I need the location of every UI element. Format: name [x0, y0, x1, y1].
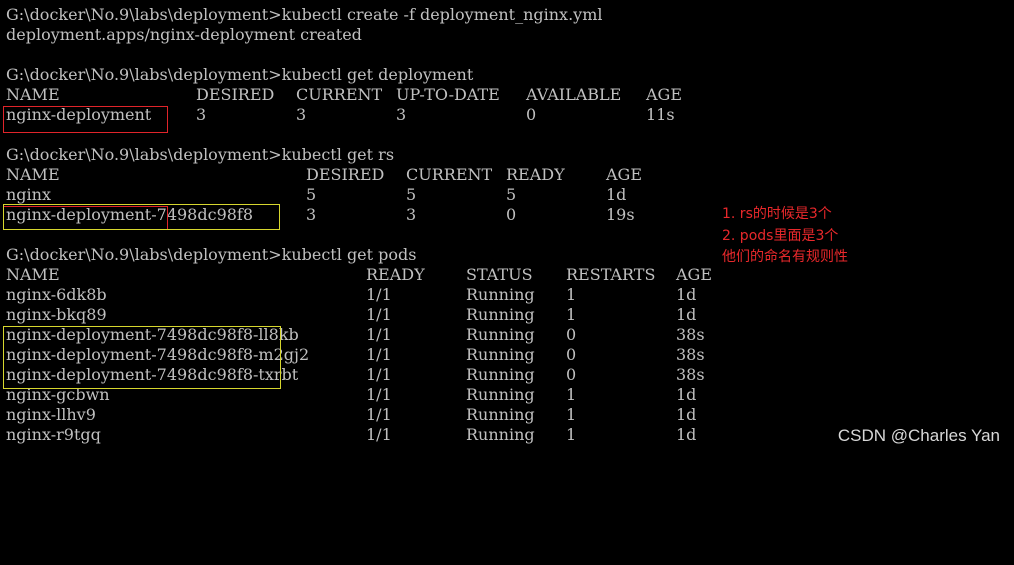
- column-header: AVAILABLE: [526, 85, 622, 104]
- column-header: DESIRED: [306, 165, 385, 184]
- column-header: STATUS: [466, 265, 533, 284]
- pod-name: nginx-deployment-7498dc98f8-m2gj2: [6, 345, 310, 364]
- table-cell: 1d: [676, 405, 697, 424]
- rs-name: nginx-deployment-7498dc98f8: [6, 205, 254, 224]
- table-cell: 3: [306, 205, 317, 224]
- table-cell: 11s: [646, 105, 675, 124]
- table-cell: 1: [566, 385, 577, 404]
- command-line-get-rs: G:\docker\No.9\labs\deployment>kubectl g…: [6, 145, 395, 164]
- pod-name: nginx-deployment-7498dc98f8-txrbt: [6, 365, 299, 384]
- table-cell: 1d: [676, 385, 697, 404]
- table-cell: Running: [466, 345, 535, 364]
- table-row: nginx-bkq89 1/1 Running 1 1d: [6, 305, 716, 325]
- column-header: AGE: [676, 265, 713, 284]
- table-cell: 0: [506, 205, 517, 224]
- column-header: DESIRED: [196, 85, 275, 104]
- table-cell: 5: [306, 185, 317, 204]
- table-row: nginx-gcbwn 1/1 Running 1 1d: [6, 385, 716, 405]
- table-cell: 1/1: [366, 365, 392, 384]
- command-line-create: G:\docker\No.9\labs\deployment>kubectl c…: [6, 5, 603, 24]
- table-cell: 5: [406, 185, 417, 204]
- table-cell: 1d: [676, 285, 697, 304]
- table-cell: 1: [566, 285, 577, 304]
- column-header: AGE: [606, 165, 643, 184]
- table-cell: 1/1: [366, 405, 392, 424]
- pods-header-row: NAME READY STATUS RESTARTS AGE: [6, 265, 712, 285]
- table-cell: 5: [506, 185, 517, 204]
- table-cell: 0: [526, 105, 537, 124]
- table-cell: 3: [296, 105, 307, 124]
- table-row: nginx 5 5 5 1d: [6, 185, 706, 205]
- deployment-name: nginx-deployment: [6, 105, 152, 124]
- table-row: nginx-6dk8b 1/1 Running 1 1d: [6, 285, 716, 305]
- table-cell: 3: [396, 105, 407, 124]
- table-cell: 1/1: [366, 325, 392, 344]
- pod-name: nginx-llhv9: [6, 405, 96, 424]
- column-header: RESTARTS: [566, 265, 656, 284]
- table-cell: 3: [406, 205, 417, 224]
- rs-header-row: NAME DESIRED CURRENT READY AGE: [6, 165, 706, 185]
- table-cell: 1/1: [366, 425, 392, 444]
- deployment-header-row: NAME DESIRED CURRENT UP-TO-DATE AVAILABL…: [6, 85, 706, 105]
- table-cell: 1/1: [366, 385, 392, 404]
- table-row: nginx-r9tgq 1/1 Running 1 1d: [6, 425, 716, 445]
- column-header: NAME: [6, 165, 60, 184]
- create-output: deployment.apps/nginx-deployment created: [6, 25, 362, 44]
- terminal-window: G:\docker\No.9\labs\deployment>kubectl c…: [0, 0, 1014, 456]
- table-cell: 38s: [676, 365, 705, 384]
- pod-name: nginx-gcbwn: [6, 385, 110, 404]
- table-cell: 0: [566, 365, 577, 384]
- column-header: CURRENT: [406, 165, 493, 184]
- table-cell: 38s: [676, 345, 705, 364]
- table-cell: 1d: [606, 185, 627, 204]
- pod-name: nginx-deployment-7498dc98f8-ll8kb: [6, 325, 299, 344]
- table-cell: 19s: [606, 205, 635, 224]
- column-header: AGE: [646, 85, 683, 104]
- table-cell: 38s: [676, 325, 705, 344]
- column-header: READY: [506, 165, 565, 184]
- column-header: CURRENT: [296, 85, 383, 104]
- command-line-get-pods: G:\docker\No.9\labs\deployment>kubectl g…: [6, 245, 417, 264]
- column-header: READY: [366, 265, 425, 284]
- table-row: nginx-deployment-7498dc98f8-ll8kb 1/1 Ru…: [6, 325, 716, 345]
- table-row: nginx-deployment-7498dc98f8 3 3 0 19s: [6, 205, 706, 225]
- table-cell: 1d: [676, 425, 697, 444]
- pod-name: nginx-r9tgq: [6, 425, 101, 444]
- table-row: nginx-llhv9 1/1 Running 1 1d: [6, 405, 716, 425]
- column-header: NAME: [6, 265, 60, 284]
- rs-name: nginx: [6, 185, 51, 204]
- annotation-note-1: 1. rs的时候是3个: [722, 206, 832, 222]
- table-cell: 0: [566, 325, 577, 344]
- table-row: nginx-deployment-7498dc98f8-txrbt 1/1 Ru…: [6, 365, 716, 385]
- annotation-note-3: 他们的命名有规则性: [722, 249, 848, 265]
- table-cell: 1/1: [366, 345, 392, 364]
- annotation-note-2: 2. pods里面是3个: [722, 228, 839, 244]
- table-cell: 1: [566, 405, 577, 424]
- table-cell: Running: [466, 405, 535, 424]
- table-cell: Running: [466, 385, 535, 404]
- table-cell: 1/1: [366, 305, 392, 324]
- table-cell: 1: [566, 425, 577, 444]
- pod-name: nginx-bkq89: [6, 305, 107, 324]
- table-cell: 1d: [676, 305, 697, 324]
- table-cell: Running: [466, 425, 535, 444]
- table-cell: 1: [566, 305, 577, 324]
- table-cell: Running: [466, 285, 535, 304]
- table-cell: 1/1: [366, 285, 392, 304]
- column-header: UP-TO-DATE: [396, 85, 500, 104]
- table-row: nginx-deployment-7498dc98f8-m2gj2 1/1 Ru…: [6, 345, 716, 365]
- table-cell: 0: [566, 345, 577, 364]
- command-line-get-deployment: G:\docker\No.9\labs\deployment>kubectl g…: [6, 65, 474, 84]
- pod-name: nginx-6dk8b: [6, 285, 107, 304]
- table-cell: Running: [466, 305, 535, 324]
- column-header: NAME: [6, 85, 60, 104]
- csdn-watermark: CSDN @Charles Yan: [837, 426, 1000, 445]
- table-cell: Running: [466, 365, 535, 384]
- table-row: nginx-deployment 3 3 3 0 11s: [6, 105, 706, 125]
- table-cell: 3: [196, 105, 207, 124]
- table-cell: Running: [466, 325, 535, 344]
